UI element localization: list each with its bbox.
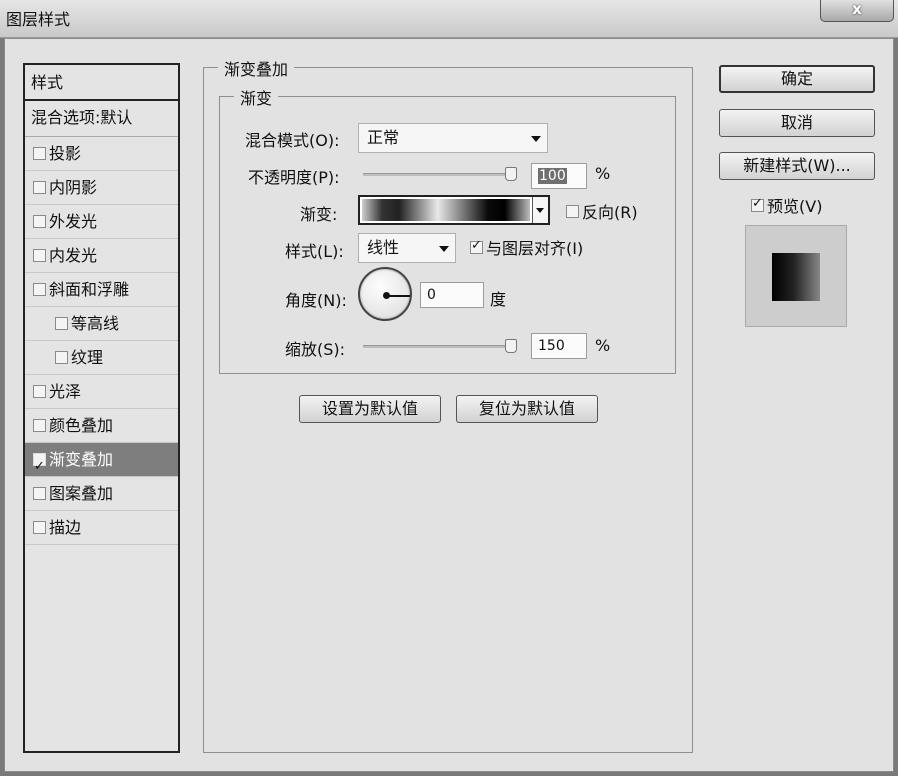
opacity-input[interactable]: 100 [531,163,587,189]
blend-mode-select[interactable]: 正常 [358,123,548,153]
opacity-slider-thumb[interactable] [505,167,517,181]
style-label: 样式(L): [285,242,344,261]
checkbox-icon[interactable] [33,450,46,484]
gradient-overlay-title: 渐变叠加 [218,56,295,80]
style-list-item-label: 内发光 [49,245,98,265]
chevron-down-icon[interactable] [532,197,548,223]
gradient-style-select[interactable]: 线性 [358,233,456,263]
checkbox-icon[interactable] [751,196,764,212]
angle-unit: 度 [490,290,507,309]
align-with-layer-label: 与图层对齐(I) [486,239,584,258]
blend-mode-value: 正常 [367,128,400,147]
angle-value: 0 [427,287,436,303]
opacity-label: 不透明度(P): [248,168,340,187]
style-list-item[interactable]: 纹理 [25,341,178,375]
checkbox-icon[interactable] [566,204,579,218]
style-list-item[interactable]: 等高线 [25,307,178,341]
chevron-down-icon [439,246,449,252]
style-list-item-label: 图案叠加 [49,483,114,503]
style-list-item[interactable]: 颜色叠加 [25,409,178,443]
gradient-overlay-group: 渐变叠加 渐变 混合模式(O): 正常 不透明度(P): 100 % 渐变: 反… [203,56,693,753]
style-list-item-label: 光泽 [49,381,82,401]
style-list-header[interactable]: 样式 [25,65,178,101]
blend-options-item[interactable]: 混合选项:默认 [25,101,178,137]
gradient-subgroup: 渐变 混合模式(O): 正常 不透明度(P): 100 % 渐变: 反向(R) … [219,85,676,374]
angle-input[interactable]: 0 [420,282,484,308]
align-with-layer-checkbox[interactable]: 与图层对齐(I) [470,235,583,259]
chevron-down-icon [531,136,541,142]
window-title: 图层样式 [6,10,71,29]
style-list-item-label: 颜色叠加 [49,415,114,435]
style-list-item[interactable]: 光泽 [25,375,178,409]
style-list-item[interactable]: 渐变叠加 [25,443,178,484]
scale-label: 缩放(S): [285,340,346,359]
style-preview [745,225,847,327]
angle-dial-icon[interactable] [358,267,412,321]
checkbox-icon[interactable] [33,487,46,500]
close-icon: x [852,0,862,18]
gradient-label: 渐变: [300,205,338,224]
preview-swatch [772,253,820,301]
scale-percent: % [595,336,611,355]
style-list-item[interactable]: 图案叠加 [25,477,178,511]
checkbox-icon[interactable] [33,147,46,160]
checkbox-icon[interactable] [33,215,46,228]
style-list-item-label: 斜面和浮雕 [49,279,130,299]
reset-default-button[interactable]: 复位为默认值 [456,395,598,423]
checkbox-icon[interactable] [33,385,46,398]
checkbox-icon[interactable] [55,351,68,364]
gradient-subgroup-title: 渐变 [234,85,279,109]
style-list-item-label: 外发光 [49,211,98,231]
gradient-style-value: 线性 [367,238,400,257]
style-list-item-label: 描边 [49,517,82,537]
checkbox-icon[interactable] [470,238,483,254]
cancel-button[interactable]: 取消 [719,109,875,137]
checkbox-icon[interactable] [33,181,46,194]
preview-label: 预览(V) [767,197,823,216]
scale-input[interactable]: 150 [531,333,587,359]
style-list-item[interactable]: 外发光 [25,205,178,239]
angle-label: 角度(N): [285,291,347,310]
style-list-item[interactable]: 投影 [25,137,178,171]
set-default-button[interactable]: 设置为默认值 [299,395,441,423]
gradient-swatch[interactable] [362,199,530,221]
scale-value: 150 [538,338,565,354]
style-list-item-label: 渐变叠加 [49,449,114,469]
reverse-checkbox[interactable]: 反向(R) [566,199,638,223]
style-list-item[interactable]: 斜面和浮雕 [25,273,178,307]
style-list-item[interactable]: 内发光 [25,239,178,273]
checkbox-icon[interactable] [33,249,46,262]
style-list: 样式 混合选项:默认 投影内阴影外发光内发光斜面和浮雕等高线纹理光泽颜色叠加渐变… [23,63,180,753]
style-list-item-label: 投影 [49,143,82,163]
style-list-item-label: 等高线 [71,313,120,333]
scale-slider-track[interactable] [363,345,517,348]
style-items: 投影内阴影外发光内发光斜面和浮雕等高线纹理光泽颜色叠加渐变叠加图案叠加描边 [25,137,178,545]
opacity-percent: % [595,164,611,183]
opacity-value: 100 [538,168,567,184]
checkbox-icon[interactable] [33,521,46,534]
style-list-item[interactable]: 内阴影 [25,171,178,205]
scale-slider-thumb[interactable] [505,339,517,353]
gradient-picker[interactable] [358,195,550,225]
preview-checkbox[interactable]: 预览(V) [751,193,822,217]
style-list-item-label: 纹理 [71,347,104,367]
angle-center [383,292,390,299]
checkbox-icon[interactable] [55,317,68,330]
opacity-slider-track[interactable] [363,173,517,176]
style-list-item[interactable]: 描边 [25,511,178,545]
style-list-item-label: 内阴影 [49,177,98,197]
reverse-label: 反向(R) [582,203,638,222]
close-button[interactable]: x [820,0,894,22]
ok-button[interactable]: 确定 [719,65,875,93]
new-style-button[interactable]: 新建样式(W)... [719,152,875,180]
checkbox-icon[interactable] [33,283,46,296]
checkbox-icon[interactable] [33,419,46,432]
dialog-body: 样式 混合选项:默认 投影内阴影外发光内发光斜面和浮雕等高线纹理光泽颜色叠加渐变… [4,38,894,772]
title-bar: 图层样式 x [0,0,898,38]
blend-mode-label: 混合模式(O): [245,131,340,150]
